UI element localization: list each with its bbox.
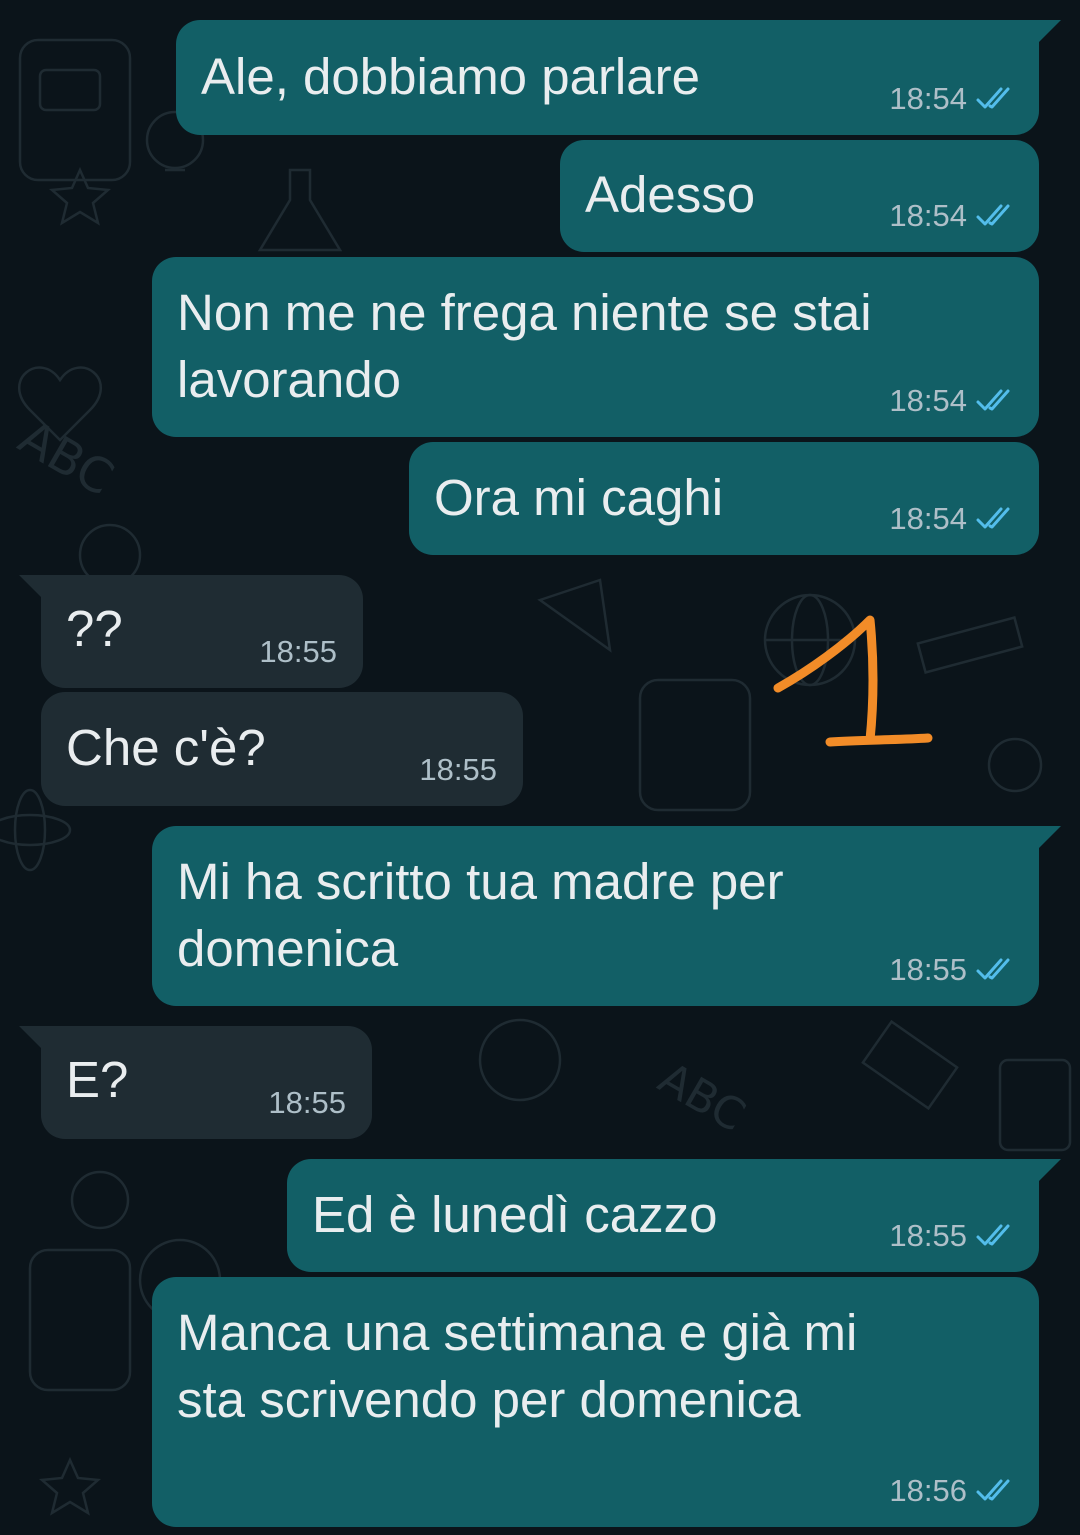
doodle-abc-icon-2: ABC	[650, 1053, 754, 1142]
double-check-read-icon	[975, 1223, 1017, 1249]
doodle-abc-icon: ABC	[9, 409, 122, 507]
message-bubble-outgoing[interactable]: Mi ha scritto tua madre per domenica 18:…	[152, 826, 1061, 1006]
double-check-read-icon	[975, 388, 1017, 414]
message-meta: 18:55	[889, 1218, 1017, 1254]
doodle-notebook-icon	[998, 1058, 1072, 1152]
doodle-pencil-icon	[28, 1248, 132, 1392]
doodle-sun-icon	[987, 737, 1043, 793]
message-meta: 18:55	[268, 1085, 346, 1121]
svg-text:ABC: ABC	[9, 409, 122, 507]
doodle-backpack-icon	[18, 38, 132, 182]
message-text: Manca una settimana e già mi sta scriven…	[177, 1304, 858, 1428]
message-bubble-outgoing[interactable]: Manca una settimana e già mi sta scriven…	[152, 1277, 1039, 1527]
svg-text:ABC: ABC	[650, 1053, 754, 1142]
message-meta: 18:56	[889, 1473, 1017, 1509]
message-bubble-incoming[interactable]: E? 18:55	[19, 1026, 372, 1139]
doodle-ping-pong-icon	[478, 1018, 562, 1102]
message-meta: 18:55	[259, 634, 337, 670]
message-time: 18:55	[419, 752, 497, 787]
message-bubble-incoming[interactable]: Che c'è? 18:55	[41, 692, 523, 806]
message-meta: 18:54	[889, 383, 1017, 419]
double-check-read-icon	[975, 506, 1017, 532]
message-time: 18:56	[889, 1473, 967, 1508]
message-time: 18:54	[889, 81, 967, 116]
doodle-star-icon	[48, 166, 112, 226]
doodle-backpack-icon-2	[638, 678, 752, 812]
message-meta: 18:54	[889, 81, 1017, 117]
message-time: 18:55	[268, 1085, 346, 1120]
hand-drawn-number-one-icon	[770, 600, 950, 775]
double-check-read-icon	[975, 86, 1017, 112]
message-time: 18:54	[889, 383, 967, 418]
doodle-smiley-icon-2	[70, 1170, 130, 1230]
message-time: 18:54	[889, 198, 967, 233]
message-meta: 18:55	[419, 752, 497, 788]
message-meta: 18:55	[889, 952, 1017, 988]
message-bubble-outgoing[interactable]: Non me ne frega niente se stai lavorando…	[152, 257, 1039, 437]
message-meta: 18:54	[889, 198, 1017, 234]
message-bubble-incoming[interactable]: ?? 18:55	[19, 575, 363, 688]
message-time: 18:55	[259, 634, 337, 669]
message-bubble-outgoing[interactable]: Adesso 18:54	[560, 140, 1039, 252]
message-time: 18:55	[889, 1218, 967, 1253]
doodle-dumbbell-icon	[861, 1019, 959, 1111]
message-bubble-outgoing[interactable]: Ora mi caghi 18:54	[409, 442, 1039, 555]
double-check-read-icon	[975, 203, 1017, 229]
double-check-read-icon	[975, 957, 1017, 983]
message-time: 18:54	[889, 501, 967, 536]
doodle-triangle-ruler-icon	[537, 578, 612, 653]
doodle-star-icon-2	[38, 1456, 102, 1516]
message-meta: 18:54	[889, 501, 1017, 537]
message-time: 18:55	[889, 952, 967, 987]
doodle-flask-icon	[257, 168, 343, 252]
message-bubble-outgoing[interactable]: Ed è lunedì cazzo 18:55	[287, 1159, 1061, 1272]
message-bubble-outgoing[interactable]: Ale, dobbiamo parlare 18:54	[176, 20, 1061, 135]
double-check-read-icon	[975, 1478, 1017, 1504]
